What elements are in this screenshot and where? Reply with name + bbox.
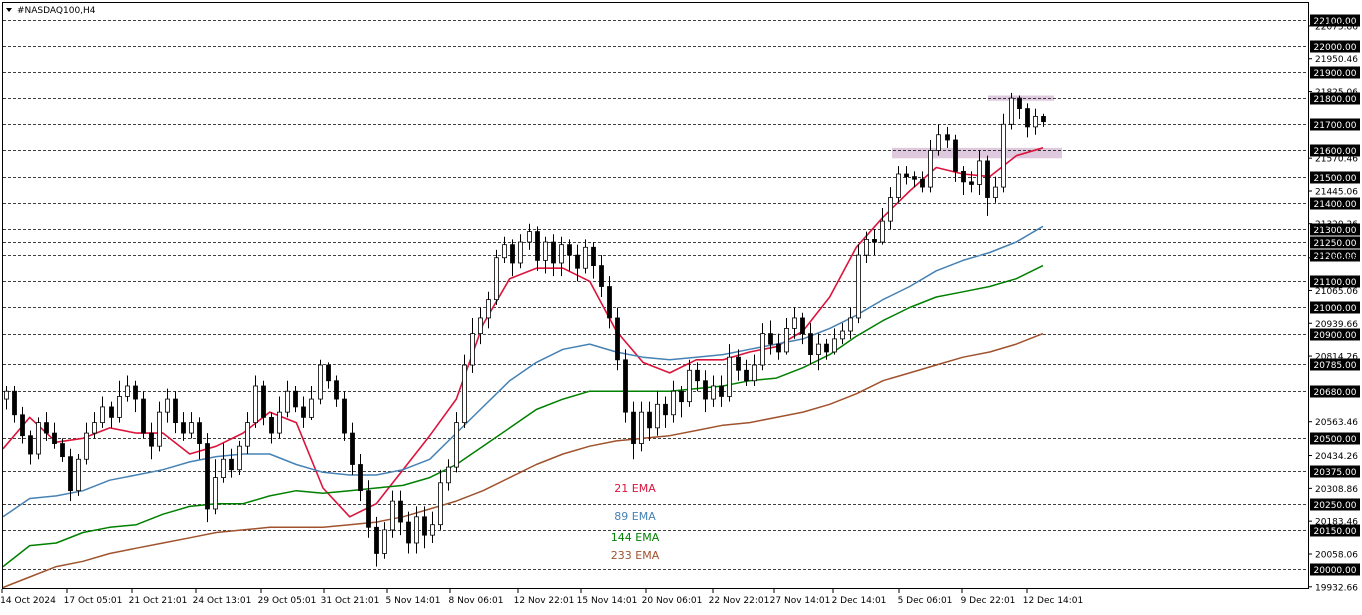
time-tick-label: 29 Oct 05:01 bbox=[258, 596, 317, 606]
level-label: 21500.00 bbox=[1314, 174, 1357, 184]
level-label: 20250.00 bbox=[1314, 501, 1357, 511]
candle bbox=[494, 249, 499, 305]
time-tick-label: 21 Oct 21:01 bbox=[129, 596, 188, 606]
candle bbox=[237, 440, 242, 475]
time-tick-label: 22 Nov 22:01 bbox=[709, 596, 770, 606]
candle bbox=[856, 244, 861, 324]
chart-title-block[interactable]: #NASDAQ100,H4 bbox=[6, 6, 96, 16]
price-tick-label: 21825.06 bbox=[1315, 88, 1358, 98]
ema-legend-label: 144 EMA bbox=[611, 531, 660, 544]
level-label: 22000.00 bbox=[1314, 43, 1357, 53]
ema-legend-label: 233 EMA bbox=[611, 549, 660, 562]
chart-title: #NASDAQ100,H4 bbox=[17, 6, 96, 16]
price-tick-label: 20563.46 bbox=[1315, 418, 1358, 428]
level-label: 21900.00 bbox=[1314, 69, 1357, 79]
time-tick-label: 17 Oct 05:01 bbox=[64, 596, 123, 606]
time-tick-label: 15 Nov 14:01 bbox=[577, 596, 638, 606]
price-chart[interactable]: 21 EMA89 EMA144 EMA233 EMA 22100.0022000… bbox=[0, 0, 1362, 611]
price-tick-label: 21189.66 bbox=[1315, 254, 1358, 264]
ema-legend: 21 EMA 89 EMA 144 EMA 233 EMA bbox=[611, 482, 660, 562]
level-label: 20500.00 bbox=[1314, 435, 1357, 445]
level-label: 21400.00 bbox=[1314, 200, 1357, 210]
level-label: 21250.00 bbox=[1314, 239, 1357, 249]
time-tick-label: 2 Dec 14:01 bbox=[832, 596, 887, 606]
candle bbox=[623, 349, 628, 423]
chart-window[interactable]: 21 EMA 89 EMA 144 EMA 233 EMA 22100.00 22000… bbox=[0, 0, 1362, 611]
time-tick-label: 12 Dec 14:01 bbox=[1023, 596, 1084, 606]
price-tick-label: 21320.26 bbox=[1315, 220, 1358, 230]
time-tick-label: 5 Dec 06:01 bbox=[898, 596, 953, 606]
candle bbox=[342, 391, 347, 441]
price-tick-label: 20434.26 bbox=[1315, 452, 1358, 462]
price-tick-label: 20058.06 bbox=[1315, 550, 1358, 560]
price-tick-label: 20814.26 bbox=[1315, 353, 1358, 363]
time-tick-label: 27 Nov 14:01 bbox=[770, 596, 831, 606]
time-tick-label: 14 Oct 2024 bbox=[0, 596, 56, 606]
candle bbox=[76, 454, 81, 496]
level-label: 20150.00 bbox=[1314, 527, 1357, 537]
price-tick-label: 20308.86 bbox=[1315, 485, 1358, 495]
level-label: 20375.00 bbox=[1314, 468, 1357, 478]
level-label: 21000.00 bbox=[1314, 304, 1357, 314]
level-label: 20680.00 bbox=[1314, 388, 1357, 398]
time-tick-label: 5 Nov 14:01 bbox=[386, 596, 441, 606]
ema-legend-label: 21 EMA bbox=[614, 482, 656, 495]
price-tick-label: 20183.46 bbox=[1315, 518, 1358, 528]
candle bbox=[36, 417, 41, 460]
candle bbox=[205, 433, 210, 523]
candle bbox=[1009, 92, 1014, 130]
price-axis: 22100.0022000.0021900.0021800.0021700.00… bbox=[1309, 14, 1360, 593]
price-tick-label: 22075.86 bbox=[1315, 22, 1358, 32]
price-tick-label: 20939.66 bbox=[1315, 320, 1358, 330]
candle bbox=[1001, 113, 1006, 193]
ema-legend-label: 89 EMA bbox=[614, 510, 656, 523]
time-tick-label: 12 Nov 22:01 bbox=[514, 596, 575, 606]
level-label: 21700.00 bbox=[1314, 121, 1357, 131]
time-tick-label: 31 Oct 21:01 bbox=[321, 596, 380, 606]
level-label: 20000.00 bbox=[1314, 566, 1357, 576]
price-tick-label: 21570.46 bbox=[1315, 155, 1358, 165]
candle bbox=[462, 354, 467, 428]
price-tick-label: 21065.06 bbox=[1315, 287, 1358, 297]
time-tick-label: 20 Nov 06:01 bbox=[642, 596, 703, 606]
price-tick-label: 21950.46 bbox=[1315, 55, 1358, 65]
time-tick-label: 8 Nov 06:01 bbox=[449, 596, 504, 606]
level-label: 20900.00 bbox=[1314, 331, 1357, 341]
candle bbox=[318, 359, 323, 405]
time-tick-label: 24 Oct 13:01 bbox=[193, 596, 252, 606]
price-tick-label: 19932.66 bbox=[1315, 583, 1358, 593]
price-tick-label: 21445.06 bbox=[1315, 187, 1358, 197]
time-tick-label: 9 Dec 22:01 bbox=[961, 596, 1016, 606]
